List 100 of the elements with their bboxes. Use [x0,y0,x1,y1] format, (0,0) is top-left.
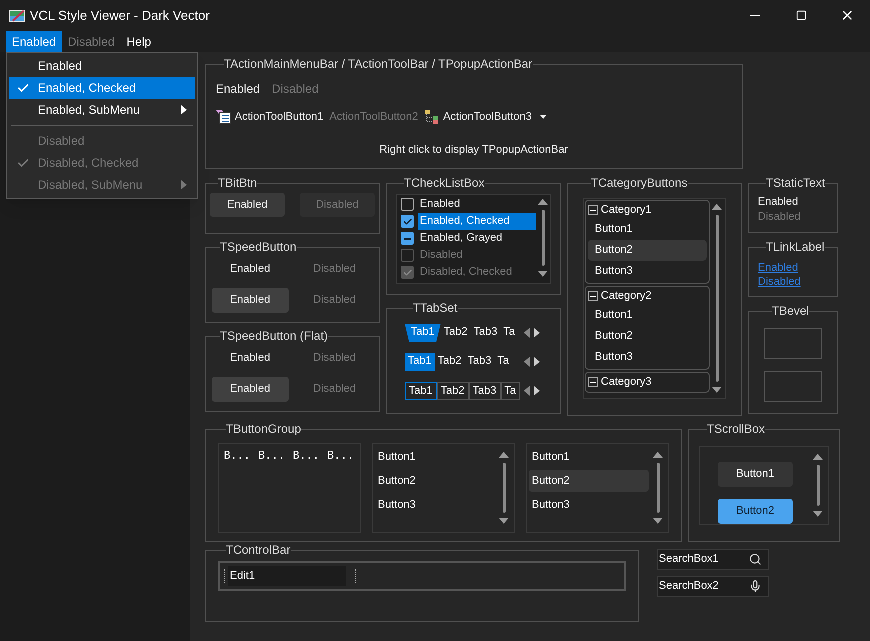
checkbox[interactable] [401,232,414,245]
tab[interactable]: Ta [500,324,518,342]
scroll-up-arrow-icon[interactable] [499,450,509,460]
tab-scroll-right-icon[interactable] [532,357,542,367]
group-button[interactable]: B... [328,448,354,464]
scroll-box-button[interactable]: Button1 [718,462,793,487]
toolbar-button[interactable]: ActionToolButton3 [424,107,548,127]
tab-scroll-right-icon[interactable] [532,386,542,396]
category-button[interactable]: Button2 [588,326,707,347]
checkbox[interactable] [401,198,414,211]
scroll-down-arrow-icon[interactable] [813,509,823,519]
scroll-down-arrow-icon[interactable] [538,269,548,279]
link[interactable]: Disabled [758,275,801,289]
check-list-item[interactable]: Enabled, Checked [418,213,536,230]
group-title: TSpeedButton [220,240,297,254]
toolbar-button[interactable]: ActionToolButton1 [216,107,324,127]
bevel-frame [764,328,822,359]
check-list-item[interactable]: Enabled, Grayed [418,230,536,247]
scroll-box-button[interactable]: Button2 [718,499,793,524]
group-button[interactable]: Button1 [529,446,649,468]
group-button[interactable]: Button2 [375,470,495,492]
tab[interactable]: Ta [500,382,520,400]
link[interactable]: Enabled [758,261,798,275]
group-button[interactable]: Button1 [375,446,495,468]
collapse-icon[interactable] [588,377,598,387]
speed-button[interactable]: Enabled [212,346,288,371]
tab[interactable]: Tab3 [470,324,501,342]
category-title[interactable]: Category3 [601,374,652,390]
group-button[interactable]: B... [224,448,250,464]
tab-scroll-left-icon[interactable] [522,386,532,396]
tab-scroll-left-icon[interactable] [522,357,532,367]
static-text: Disabled [758,210,802,225]
search-box[interactable]: SearchBox2 [657,576,769,597]
microphone-icon[interactable] [749,580,762,593]
group-button[interactable]: Button3 [529,494,649,516]
group-title: TBitBtn [218,176,258,190]
group-title: TLinkLabel [766,240,825,254]
menu-item-label: Enabled, SubMenu [38,102,140,119]
tab[interactable]: Tab1 [405,324,441,342]
scroll-up-arrow-icon[interactable] [653,450,663,460]
category-button[interactable]: Button3 [588,261,707,282]
menu-bar-item[interactable]: Help [120,31,158,52]
tab[interactable]: Ta [494,353,512,371]
tab[interactable]: Tab2 [436,382,469,400]
bit-button[interactable]: Enabled [210,193,285,217]
group-title: TScrollBox [707,422,766,436]
group-title: TStaticText [766,176,826,190]
group-button[interactable]: B... [293,448,320,464]
group-title: TControlBar [226,543,291,557]
scroll-up-arrow-icon[interactable] [813,452,823,462]
tab[interactable]: Tab3 [468,382,501,400]
tab-scroll-left-icon[interactable] [522,328,532,338]
action-menu-item[interactable]: Enabled [216,80,260,98]
menu-item[interactable]: Enabled [9,55,195,77]
menu-item-label: Enabled [38,58,82,75]
speed-button[interactable]: Enabled [212,288,288,313]
tab[interactable]: Tab2 [440,324,471,342]
group-title: TSpeedButton (Flat) [220,329,328,343]
search-box[interactable]: SearchBox1 [657,549,769,570]
checkbox[interactable] [401,215,414,228]
menu-item-label: Disabled, Checked [38,155,139,172]
category-title[interactable]: Category1 [601,202,652,218]
group-button[interactable]: Button3 [375,494,495,516]
scroll-down-arrow-icon[interactable] [712,385,722,395]
bevel-frame [764,371,822,402]
tab[interactable]: Tab1 [405,382,437,400]
category-title[interactable]: Category2 [601,288,652,304]
search-icon[interactable] [749,553,762,566]
tab-scroll-right-icon[interactable] [532,328,542,338]
scroll-down-arrow-icon[interactable] [653,516,663,526]
group-title: TCheckListBox [404,176,485,190]
speed-button[interactable]: Enabled [212,257,288,282]
menu-item[interactable]: Enabled, Checked [9,77,195,99]
input-field[interactable]: Edit1 [228,566,346,586]
tab[interactable]: Tab3 [464,353,495,371]
tab[interactable]: Tab2 [434,353,465,371]
scroll-up-arrow-icon[interactable] [712,202,722,212]
group-title: TButtonGroup [226,422,302,436]
scroll-down-arrow-icon[interactable] [499,516,509,526]
collapse-icon[interactable] [588,205,598,215]
category-button[interactable]: Button1 [588,305,707,326]
collapse-icon[interactable] [588,291,598,301]
scroll-up-arrow-icon[interactable] [538,197,548,207]
speed-button[interactable]: Enabled [212,377,288,402]
maximize-icon [796,10,806,21]
category-button[interactable]: Button1 [588,219,707,240]
menu-item[interactable]: Enabled, SubMenu [9,99,195,121]
minimize-icon [750,15,760,16]
static-text: Enabled [758,195,800,210]
check-list-item[interactable]: Enabled [418,196,536,213]
app-icon [9,10,25,22]
group-button[interactable]: B... [258,448,285,464]
category-button[interactable]: Button3 [588,347,707,368]
tab[interactable]: Tab1 [405,353,435,371]
hint-text: Right click to display TPopupActionBar [378,143,570,158]
list-icon [216,109,232,125]
category-button[interactable]: Button2 [588,240,707,261]
menu-bar-item[interactable]: Enabled [6,31,62,52]
group-button[interactable]: Button2 [529,470,649,492]
menu-item-label: Enabled, Checked [38,80,136,97]
